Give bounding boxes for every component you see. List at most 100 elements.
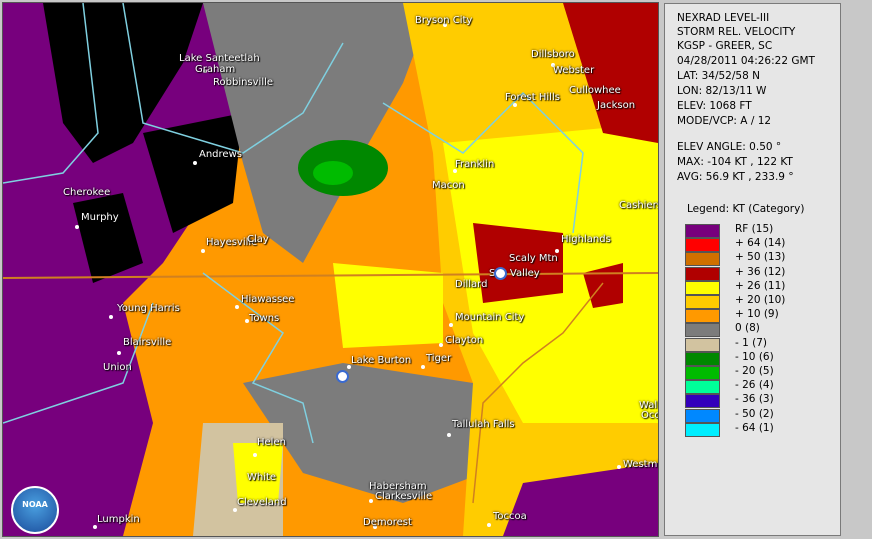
legend-item: - 50 (2): [685, 407, 835, 423]
legend-item: + 64 (14): [685, 237, 835, 253]
city-label: Clayton: [445, 335, 484, 346]
city-label: Webster: [553, 65, 595, 76]
city-label: Young Harris: [117, 303, 180, 314]
city-label: Bryson City: [415, 15, 473, 26]
city-label: Scaly Mtn: [509, 253, 558, 264]
legend-label: + 64 (14): [735, 237, 786, 250]
legend-label: - 10 (6): [735, 350, 774, 363]
legend-item: RF (15): [685, 223, 835, 238]
city-label: Graham: [195, 64, 236, 75]
product-line: KGSP - GREER, SC: [677, 40, 773, 52]
legend-label: + 36 (12): [735, 265, 786, 278]
legend-swatch: [685, 323, 720, 338]
legend-swatch: [685, 252, 720, 267]
legend-item: - 26 (4): [685, 379, 835, 395]
legend-swatch: [685, 224, 720, 238]
city-label: Cashiers: [619, 200, 659, 211]
elev-line: MAX: -104 KT , 122 KT: [677, 156, 793, 168]
city-label: Helen: [257, 437, 286, 448]
city-label: Andrews: [199, 149, 242, 160]
radar-site-icon: [494, 267, 507, 280]
legend-label: - 36 (3): [735, 393, 774, 406]
city-label: Demorest: [363, 517, 412, 528]
app-frame: Bryson City Lake Santeetlah Graham Robbi…: [0, 0, 872, 539]
info-panel: NEXRAD LEVEL-III STORM REL. VELOCITY KGS…: [664, 3, 841, 536]
legend-item: 0 (8): [685, 322, 835, 338]
city-label: Highlands: [561, 234, 611, 245]
legend-label: + 26 (11): [735, 279, 786, 292]
legend-item: + 50 (13): [685, 251, 835, 267]
legend-swatch: [685, 295, 720, 309]
city-label: Dillsboro: [531, 49, 575, 60]
legend-swatch: [685, 422, 720, 437]
city-label: Cullowhee: [569, 85, 621, 96]
city-label: Oco: [641, 410, 659, 421]
city-label: Hiawassee: [241, 294, 295, 305]
city-label: Tiger: [426, 353, 452, 364]
legend-label: RF (15): [735, 223, 774, 235]
city-label: Clarkesville: [375, 491, 433, 502]
product-line: NEXRAD LEVEL-III: [677, 12, 770, 24]
legend-label: + 20 (10): [735, 294, 786, 306]
legend-swatch: [685, 351, 720, 366]
noaa-logo-icon: NOAA: [11, 486, 59, 534]
product-line: STORM REL. VELOCITY: [677, 26, 796, 38]
legend-item: - 64 (1): [685, 421, 835, 437]
legend-swatch: [685, 337, 720, 352]
legend-swatch: [685, 394, 720, 409]
city-label: Toccoa: [493, 511, 527, 522]
product-line: ELEV: 1068 FT: [677, 100, 752, 112]
product-line: LON: 82/13/11 W: [677, 85, 767, 97]
legend-item: + 10 (9): [685, 308, 835, 324]
legend-swatch: [685, 280, 720, 295]
city-label: Murphy: [81, 212, 119, 223]
legend-swatch: [685, 266, 720, 281]
legend-label: + 10 (9): [735, 308, 779, 321]
legend-item: + 26 (11): [685, 279, 835, 295]
city-label: Robbinsville: [213, 77, 274, 88]
product-line: LAT: 34/52/58 N: [677, 70, 760, 82]
city-label: Clay: [247, 234, 269, 245]
legend-label: - 1 (7): [735, 336, 768, 349]
city-label: Cherokee: [63, 187, 111, 198]
legend-label: 0 (8): [735, 322, 760, 335]
city-label: Mountain City: [455, 312, 525, 323]
legend-title: Legend: KT (Category): [687, 203, 805, 215]
legend-label: - 26 (4): [735, 379, 774, 392]
elev-line: ELEV ANGLE: 0.50 °: [677, 141, 782, 153]
legend-label: - 20 (5): [735, 365, 774, 377]
city-label: Westmi: [623, 459, 659, 470]
legend-label: - 64 (1): [735, 421, 774, 434]
city-label: Jackson: [597, 100, 636, 111]
legend-label: + 50 (13): [735, 251, 786, 264]
legend-swatch: [685, 309, 720, 324]
radar-site-icon: [336, 370, 349, 383]
city-label: Dillard: [455, 279, 488, 290]
city-label: Blairsville: [123, 337, 172, 348]
elev-line: AVG: 56.9 KT , 233.9 °: [677, 171, 794, 183]
radar-map[interactable]: Bryson City Lake Santeetlah Graham Robbi…: [2, 2, 659, 537]
legend-item: + 36 (12): [685, 265, 835, 281]
legend-item: - 1 (7): [685, 336, 835, 352]
legend-item: - 20 (5): [685, 365, 835, 380]
city-label: White: [247, 472, 277, 483]
city-label: Lumpkin: [97, 514, 140, 525]
legend-swatch: [685, 366, 720, 380]
radar-image: [3, 3, 658, 536]
city-label: Cleveland: [237, 497, 287, 508]
product-line: 04/28/2011 04:26:22 GMT: [677, 55, 815, 67]
city-label: Lake Santeetlah: [179, 53, 260, 64]
legend-item: + 20 (10): [685, 294, 835, 309]
legend-swatch: [685, 380, 720, 395]
city-label: Franklin: [455, 159, 495, 170]
legend-swatch: [685, 238, 720, 253]
city-label: Towns: [249, 313, 280, 324]
city-label: Forest Hills: [505, 92, 560, 103]
legend-item: - 36 (3): [685, 393, 835, 409]
city-label: Macon: [432, 180, 465, 191]
legend-item: - 10 (6): [685, 350, 835, 366]
legend-label: - 50 (2): [735, 407, 774, 420]
legend-swatch: [685, 408, 720, 423]
product-line: MODE/VCP: A / 12: [677, 115, 772, 127]
city-label: Lake Burton: [351, 355, 412, 366]
